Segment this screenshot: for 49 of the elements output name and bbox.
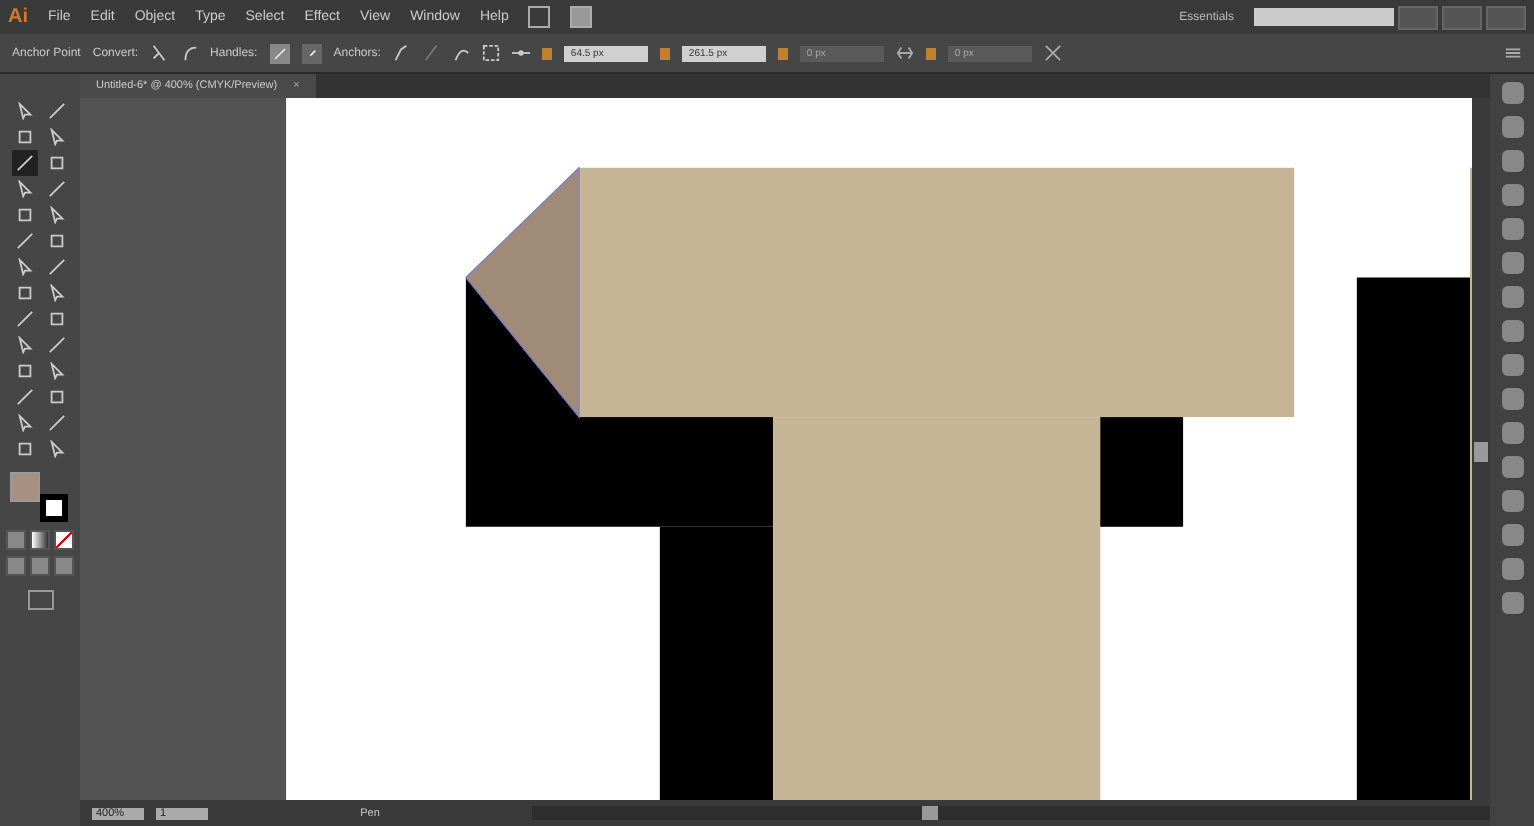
panel-icon[interactable]: [1501, 116, 1523, 138]
link-icon[interactable]: [896, 44, 915, 62]
panel-icon[interactable]: [1501, 422, 1523, 444]
tool-button[interactable]: [43, 176, 69, 202]
panel-icon[interactable]: [1501, 524, 1523, 546]
transform-icon[interactable]: [1044, 44, 1063, 62]
panel-icon[interactable]: [1501, 354, 1523, 376]
reference-point-icon[interactable]: [512, 44, 531, 62]
panel-icon[interactable]: [1501, 252, 1523, 274]
tool-button[interactable]: [11, 384, 37, 410]
height-label-icon: [926, 47, 937, 59]
screen-mode-icon[interactable]: [27, 590, 53, 610]
panel-icon[interactable]: [1501, 286, 1523, 308]
tool-button[interactable]: [11, 228, 37, 254]
gradient-mode-icon[interactable]: [30, 530, 50, 550]
panel-icon[interactable]: [1501, 82, 1523, 104]
panel-icon[interactable]: [1501, 218, 1523, 240]
show-handles-icon[interactable]: [269, 43, 290, 63]
panel-icon[interactable]: [1501, 558, 1523, 580]
convert-smooth-icon[interactable]: [180, 44, 199, 62]
tool-button[interactable]: [43, 332, 69, 358]
y-label-icon: [660, 47, 671, 59]
tool-button[interactable]: [11, 150, 37, 176]
connect-path-icon[interactable]: [452, 44, 471, 62]
remove-anchor-icon[interactable]: [392, 44, 411, 62]
none-mode-icon[interactable]: [54, 530, 74, 550]
panel-icon[interactable]: [1501, 184, 1523, 206]
hide-handles-icon[interactable]: [301, 43, 322, 63]
tool-button[interactable]: [43, 254, 69, 280]
tool-button[interactable]: [43, 410, 69, 436]
tool-button[interactable]: [43, 98, 69, 124]
app-logo[interactable]: Ai: [8, 6, 28, 28]
panel-menu-icon[interactable]: [1504, 44, 1522, 62]
panel-icon[interactable]: [1501, 592, 1523, 614]
horizontal-scrollbar[interactable]: [532, 806, 1490, 820]
width-label-icon: [778, 47, 789, 59]
tool-button[interactable]: [11, 306, 37, 332]
align-icon[interactable]: [482, 44, 501, 62]
convert-corner-icon[interactable]: [150, 44, 169, 62]
fill-swatch[interactable]: [10, 472, 40, 502]
panel-icon[interactable]: [1501, 150, 1523, 172]
panel-icon[interactable]: [1501, 490, 1523, 512]
panel-icon[interactable]: [1501, 388, 1523, 410]
panel-icon[interactable]: [1501, 456, 1523, 478]
search-field[interactable]: [1254, 8, 1394, 26]
color-mode-icon[interactable]: [6, 530, 26, 550]
panel-icon[interactable]: [1501, 320, 1523, 342]
x-label-icon: [542, 47, 553, 59]
stroke-swatch[interactable]: [40, 494, 68, 522]
